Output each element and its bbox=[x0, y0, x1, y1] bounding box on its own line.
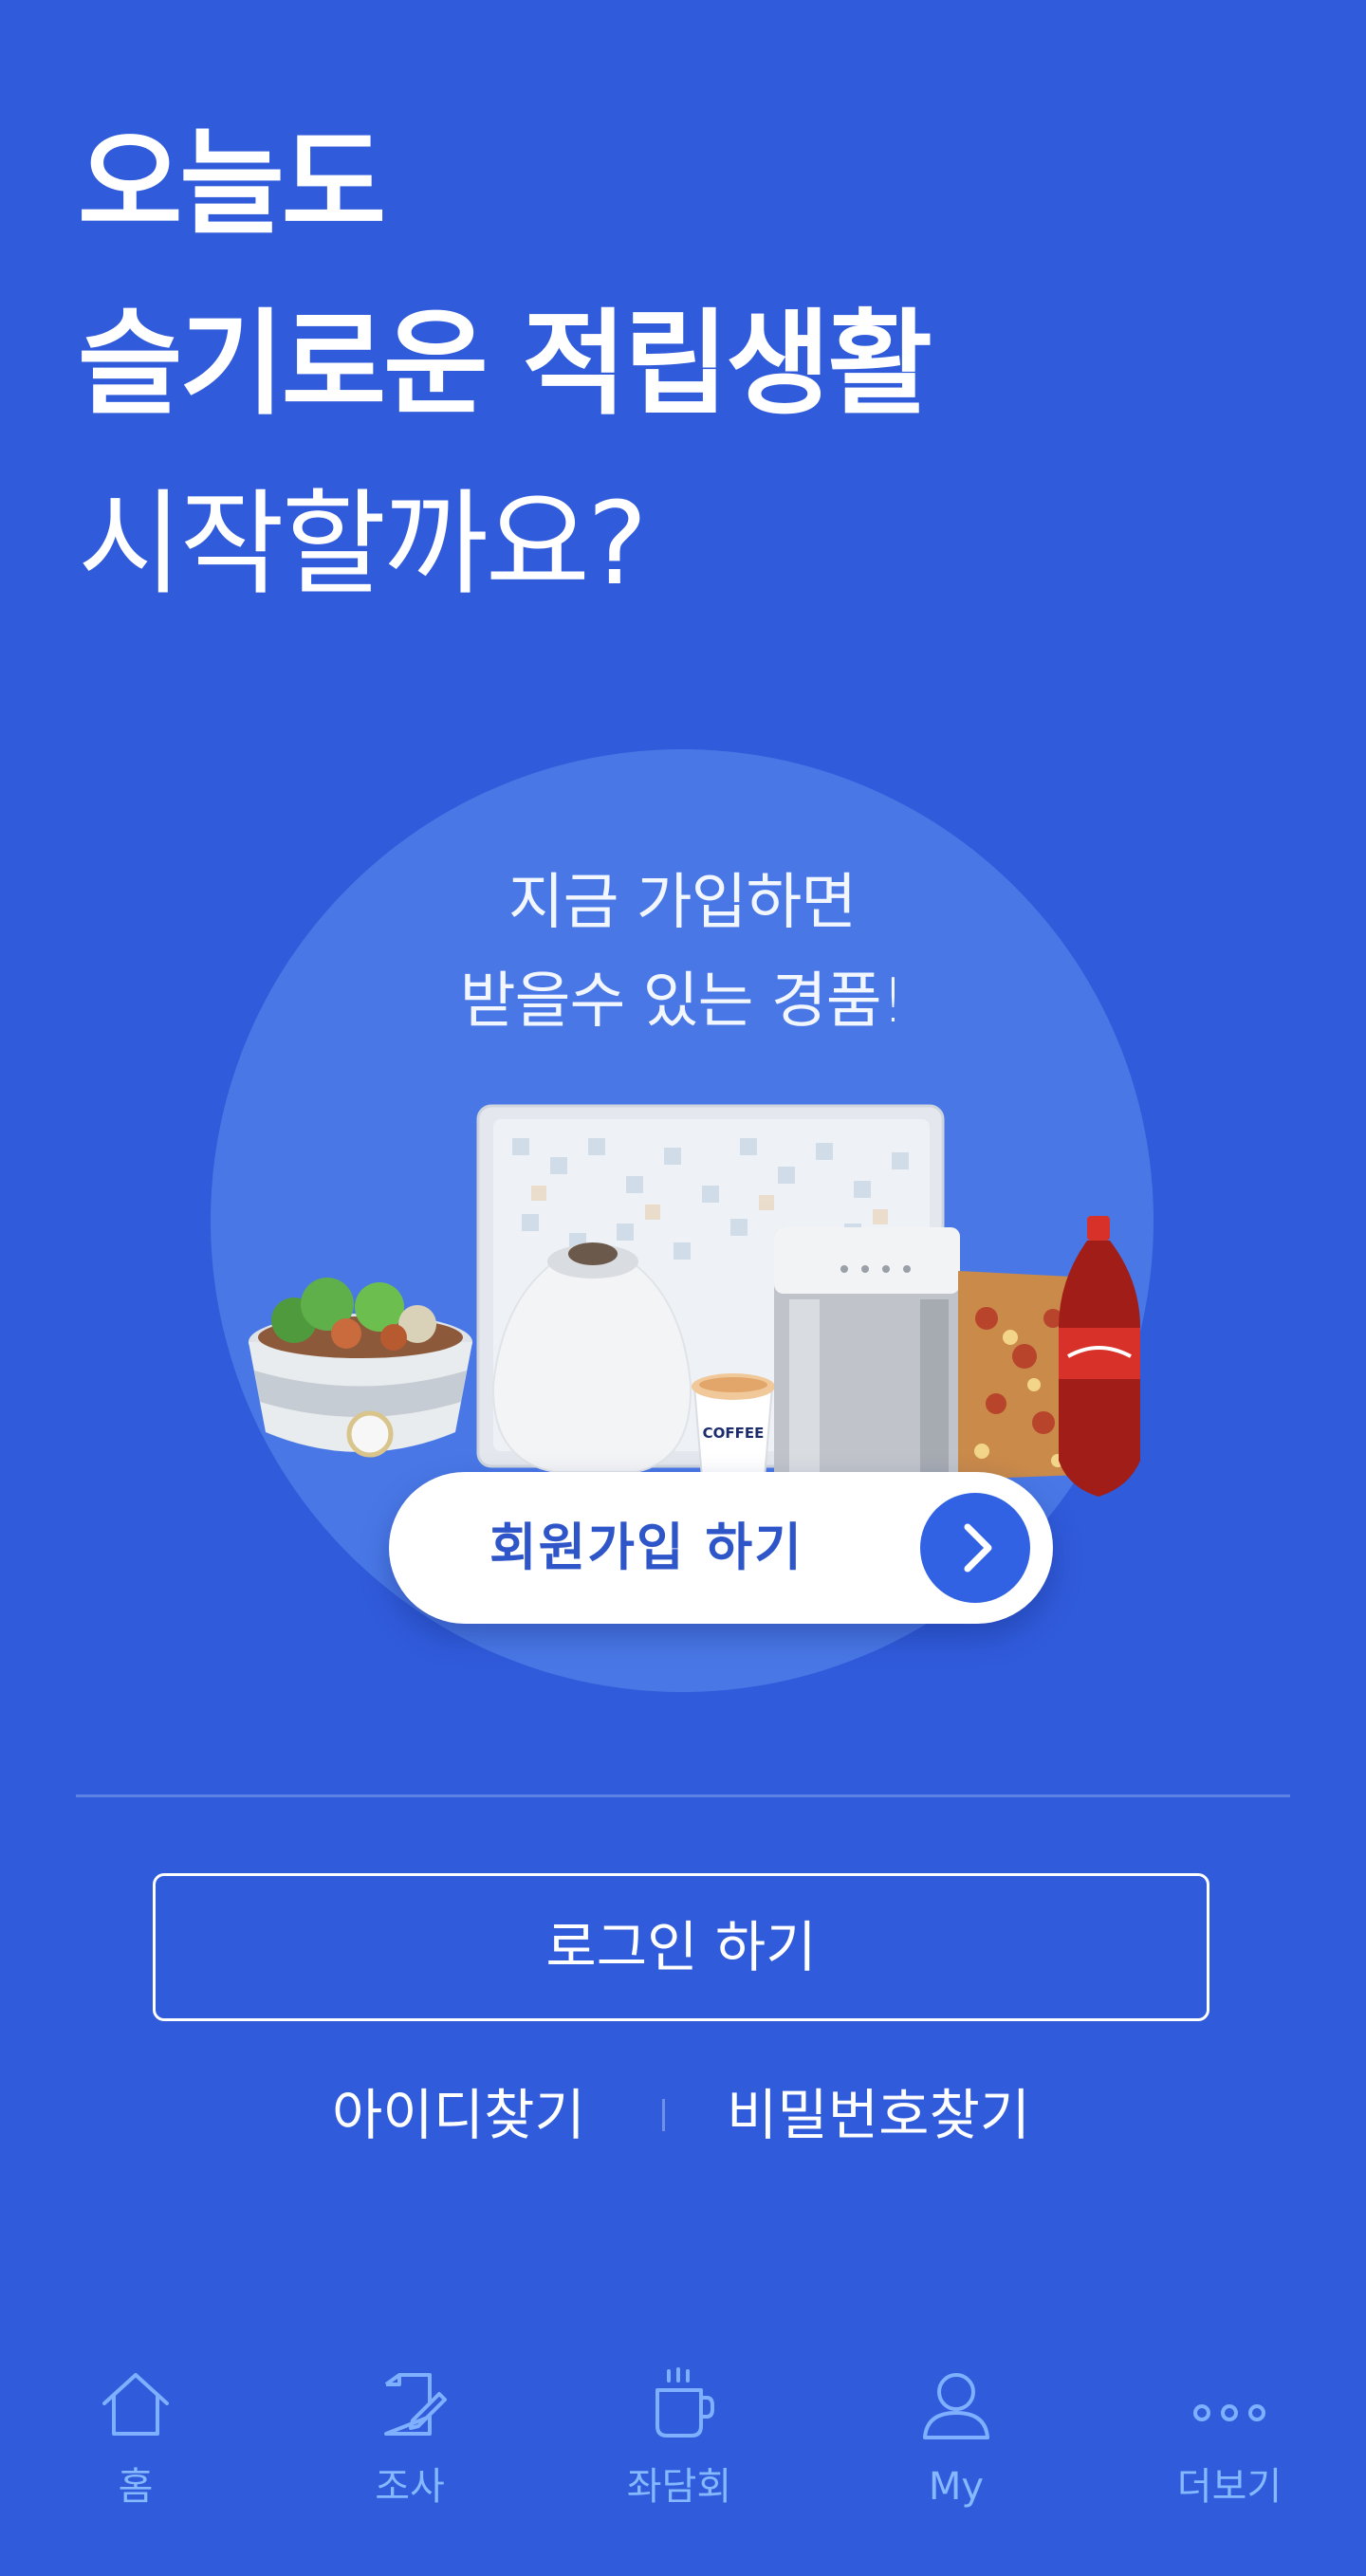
nav-item-meeting[interactable]: 좌담회 bbox=[575, 2362, 784, 2551]
nav-item-survey[interactable]: 조사 bbox=[305, 2362, 514, 2551]
home-icon bbox=[102, 2373, 169, 2436]
find-account-row: 아이디찾기 비밀번호찾기 bbox=[0, 2072, 1366, 2158]
water-purifier-image bbox=[774, 1227, 960, 1481]
prize-products-image: COFFEE bbox=[249, 1104, 1140, 1497]
headline-line-2: 슬기로운 적립생활 bbox=[78, 299, 932, 431]
find-separator bbox=[662, 2099, 665, 2131]
nav-label-survey: 조사 bbox=[375, 2465, 445, 2509]
bottom-navigation: 홈 조사 좌담회 My 더보기 bbox=[0, 2362, 1366, 2576]
signup-button-label: 회원가입 하기 bbox=[489, 1518, 803, 1577]
nav-item-my[interactable]: My bbox=[852, 2362, 1061, 2551]
promo-text: 지금 가입하면 받을수 있는 경품! bbox=[211, 854, 1154, 1051]
find-id-link[interactable]: 아이디찾기 bbox=[332, 2072, 585, 2158]
promo-line-2: 받을수 있는 경품! bbox=[459, 966, 906, 1037]
promo-line-1: 지금 가입하면 bbox=[508, 868, 858, 938]
more-icon bbox=[1193, 2404, 1265, 2421]
coffee-cup-image: COFFEE bbox=[692, 1373, 775, 1479]
soda-bottle-image bbox=[1059, 1216, 1140, 1497]
coffee-cup-label: COFFEE bbox=[703, 1425, 765, 1442]
electric-pot-image bbox=[249, 1278, 472, 1458]
nav-item-home[interactable]: 홈 bbox=[31, 2362, 240, 2551]
headline: 오늘도 슬기로운 적립생활 시작할까요? bbox=[78, 95, 932, 635]
survey-icon bbox=[384, 2373, 447, 2436]
person-icon bbox=[923, 2373, 989, 2439]
find-password-link[interactable]: 비밀번호찾기 bbox=[727, 2072, 1030, 2158]
headline-line-1: 오늘도 bbox=[78, 119, 386, 250]
nav-label-home: 홈 bbox=[118, 2465, 154, 2509]
section-divider bbox=[76, 1794, 1290, 1797]
chevron-right-icon bbox=[920, 1493, 1030, 1603]
nav-label-more: 더보기 bbox=[1176, 2465, 1283, 2509]
signup-button[interactable]: 회원가입 하기 bbox=[389, 1472, 1053, 1624]
coffee-cup-icon bbox=[655, 2367, 714, 2438]
nav-label-meeting: 좌담회 bbox=[626, 2465, 732, 2509]
nav-label-my: My bbox=[928, 2465, 985, 2509]
login-button[interactable]: 로그인 하기 bbox=[153, 1873, 1209, 2021]
headline-line-3: 시작할까요? bbox=[78, 479, 648, 611]
nav-item-more[interactable]: 더보기 bbox=[1125, 2362, 1334, 2551]
